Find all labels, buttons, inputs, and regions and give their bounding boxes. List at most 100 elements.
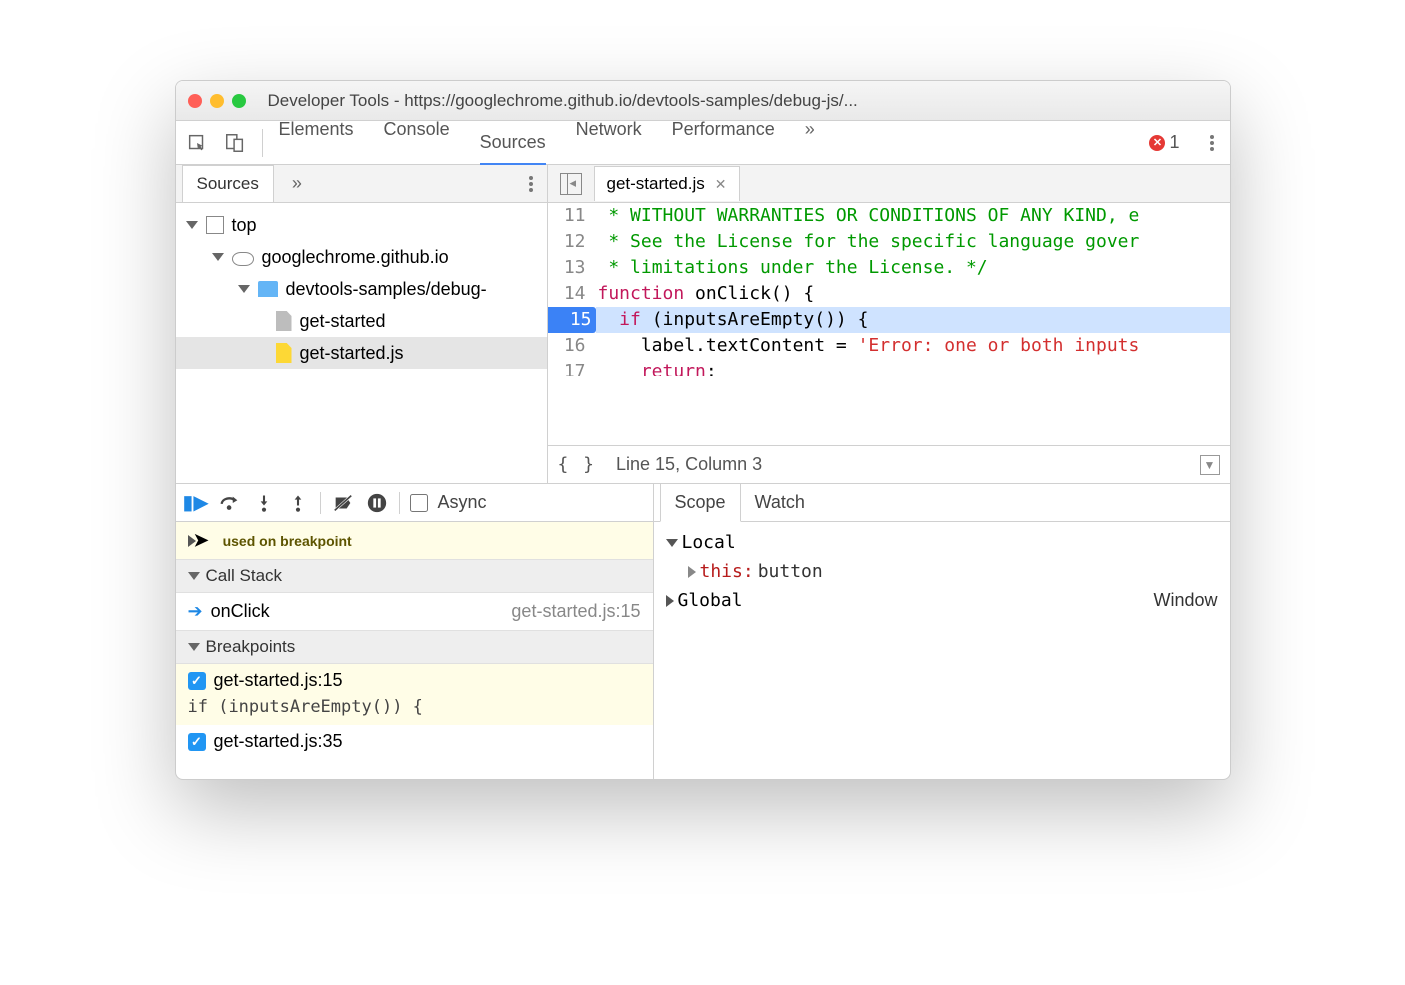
js-file-icon: [276, 343, 292, 363]
scope-global[interactable]: Global Window: [658, 586, 1226, 615]
error-badge[interactable]: ✕ 1: [1149, 132, 1179, 153]
tabs-overflow-icon[interactable]: »: [805, 119, 815, 166]
tab-performance[interactable]: Performance: [672, 119, 775, 166]
pause-exceptions-icon[interactable]: [365, 491, 389, 515]
tab-elements[interactable]: Elements: [279, 119, 354, 166]
step-into-icon[interactable]: [252, 491, 276, 515]
frame-icon: [206, 216, 224, 234]
toggle-navigator-icon[interactable]: [560, 173, 582, 195]
paused-banner: ➤ used on breakpoint: [176, 522, 653, 559]
editor-file-name: get-started.js: [607, 174, 705, 194]
section-title: Breakpoints: [206, 637, 296, 657]
breakpoint-checkbox[interactable]: ✓: [188, 672, 206, 690]
editor-file-tab[interactable]: get-started.js ✕: [594, 166, 740, 201]
debugger-toolbar: ▮▶ Async: [176, 484, 653, 522]
tree-file-1[interactable]: get-started: [176, 305, 547, 337]
step-out-icon[interactable]: [286, 491, 310, 515]
navigator-overflow-icon[interactable]: »: [292, 173, 302, 194]
call-stack-item[interactable]: ➔ onClick get-started.js:15: [176, 593, 653, 630]
navigator-tab-sources[interactable]: Sources: [182, 165, 274, 202]
tab-watch[interactable]: Watch: [741, 484, 819, 521]
breakpoint-checkbox[interactable]: ✓: [188, 733, 206, 751]
overflow-icon[interactable]: ▼: [1200, 455, 1220, 475]
window-title: Developer Tools - https://googlechrome.g…: [268, 91, 858, 111]
debugger-panels: ▮▶ Async ➤ used on breakpoint Call Stack: [176, 483, 1230, 779]
error-count: 1: [1169, 132, 1179, 153]
debugger-sidebar: ▮▶ Async ➤ used on breakpoint Call Stack: [176, 484, 654, 779]
code-line: 16 label.textContent = 'Error: one or bo…: [548, 333, 1230, 359]
maximize-window-button[interactable]: [232, 94, 246, 108]
deactivate-breakpoints-icon[interactable]: [331, 491, 355, 515]
resume-icon[interactable]: ▮▶: [184, 491, 208, 515]
folder-icon: [258, 281, 278, 297]
root-label: top: [232, 215, 257, 236]
current-frame-icon: ➔: [188, 601, 203, 622]
editor-tab-bar: get-started.js ✕: [548, 165, 1230, 203]
main-tab-bar: Elements Console Sources Network Perform…: [176, 121, 1230, 165]
minimize-window-button[interactable]: [210, 94, 224, 108]
tab-scope[interactable]: Scope: [660, 483, 741, 522]
tree-folder[interactable]: devtools-samples/debug-: [176, 273, 547, 305]
expand-icon[interactable]: [688, 566, 696, 578]
folder-label: devtools-samples/debug-: [286, 279, 487, 300]
navigator-menu-icon[interactable]: [529, 182, 533, 186]
call-stack-header[interactable]: Call Stack: [176, 559, 653, 593]
editor-status-bar: { } Line 15, Column 3 ▼: [548, 445, 1230, 483]
expand-icon[interactable]: [666, 539, 678, 547]
file-icon: [276, 311, 292, 331]
scope-tab-bar: Scope Watch: [654, 484, 1230, 522]
section-title: Call Stack: [206, 566, 283, 586]
cursor-icon: ➤: [194, 530, 209, 551]
code-line: 12 * See the License for the specific la…: [548, 229, 1230, 255]
tree-domain[interactable]: googlechrome.github.io: [176, 241, 547, 273]
tree-file-2[interactable]: get-started.js: [176, 337, 547, 369]
paused-text: used on breakpoint: [223, 533, 352, 549]
tab-console[interactable]: Console: [384, 119, 450, 166]
code-line: 14function onClick() {: [548, 281, 1230, 307]
scope-panel: Scope Watch Local this: button Global Wi…: [654, 484, 1230, 779]
breakpoint-item[interactable]: ✓ get-started.js:15: [176, 664, 653, 697]
navigator-panel: Sources » top googlechrome.github.io: [176, 165, 548, 483]
expand-icon[interactable]: [212, 253, 224, 261]
window-controls: [188, 94, 246, 108]
expand-icon[interactable]: [666, 595, 674, 607]
async-label: Async: [438, 492, 487, 513]
file-label: get-started: [300, 311, 386, 332]
expand-icon[interactable]: [188, 643, 200, 651]
scope-label: Global: [678, 590, 743, 611]
titlebar: Developer Tools - https://googlechrome.g…: [176, 81, 1230, 121]
domain-label: googlechrome.github.io: [262, 247, 449, 268]
close-tab-icon[interactable]: ✕: [715, 176, 727, 193]
expand-icon[interactable]: [186, 221, 198, 229]
close-window-button[interactable]: [188, 94, 202, 108]
main-menu-icon[interactable]: [1210, 141, 1214, 145]
inspect-icon[interactable]: [186, 132, 208, 154]
breakpoint-item[interactable]: ✓ get-started.js:35: [176, 725, 653, 758]
devtools-window: Developer Tools - https://googlechrome.g…: [175, 80, 1231, 780]
breakpoints-header[interactable]: Breakpoints: [176, 630, 653, 664]
navigator-tab-bar: Sources »: [176, 165, 547, 203]
scope-body: Local this: button Global Window: [654, 522, 1230, 621]
cloud-icon: [232, 252, 254, 266]
cursor-position: Line 15, Column 3: [616, 454, 762, 475]
breakpoint-code: if (inputsAreEmpty()) {: [176, 697, 653, 725]
file-tree: top googlechrome.github.io devtools-samp…: [176, 203, 547, 375]
breakpoint-location: get-started.js:35: [214, 731, 343, 752]
expand-icon[interactable]: [238, 285, 250, 293]
async-checkbox[interactable]: [410, 494, 428, 512]
code-line: 13 * limitations under the License. */: [548, 255, 1230, 281]
code-editor[interactable]: 11 * WITHOUT WARRANTIES OR CONDITIONS OF…: [548, 203, 1230, 445]
expand-icon[interactable]: [188, 572, 200, 580]
error-icon: ✕: [1149, 135, 1165, 151]
pretty-print-icon[interactable]: { }: [558, 454, 597, 475]
step-over-icon[interactable]: [218, 491, 242, 515]
tab-sources[interactable]: Sources: [480, 119, 546, 166]
device-mode-icon[interactable]: [224, 132, 246, 154]
file-label: get-started.js: [300, 343, 404, 364]
scope-local[interactable]: Local: [658, 528, 1226, 557]
divider: [262, 129, 263, 157]
main-tabs: Elements Console Sources Network Perform…: [279, 119, 815, 166]
tab-network[interactable]: Network: [576, 119, 642, 166]
scope-this[interactable]: this: button: [658, 557, 1226, 586]
tree-root[interactable]: top: [176, 209, 547, 241]
